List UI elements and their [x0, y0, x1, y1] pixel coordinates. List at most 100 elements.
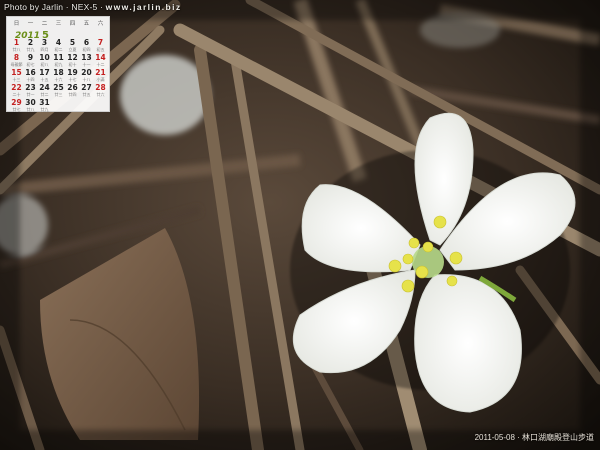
calendar-day: 19 十七: [66, 68, 79, 83]
calendar-day: 26 廿四: [66, 83, 79, 98]
calendar-day: 9 初七: [24, 53, 37, 68]
day-number: 28: [95, 83, 106, 92]
day-number: 24: [39, 83, 50, 92]
calendar-day: 15 十三: [10, 68, 23, 83]
day-number: 18: [53, 68, 64, 77]
weekday-label: 三: [55, 21, 62, 27]
lunar-date: 廿七: [12, 107, 21, 112]
calendar-day: 6 初四: [80, 39, 93, 53]
lunar-date: 廿九: [26, 47, 35, 52]
lunar-date: 廿六: [96, 92, 105, 97]
calendar-day: 27 廿五: [80, 83, 93, 98]
calendar: 2011 5 日一二三四五六 1 廿八 2 廿九 3 四月 4 初二 5 立夏 6 初四 7 初五 8 母親節 9…: [6, 16, 110, 112]
calendar-day: 29 廿七: [10, 98, 23, 113]
camera-model: NEX-5: [71, 2, 98, 12]
lunar-date: 初十: [68, 62, 77, 67]
weekday-label: 五: [83, 21, 90, 27]
lunar-date: 初二: [54, 47, 63, 52]
day-number: 16: [25, 68, 36, 77]
lunar-date: 初五: [96, 47, 105, 52]
calendar-day: 21 小滿: [94, 68, 107, 83]
day-number: 13: [81, 53, 92, 62]
day-number: 19: [67, 68, 78, 77]
calendar-day: 24 廿二: [38, 83, 51, 98]
calendar-day: 28 廿六: [94, 83, 107, 98]
lunar-date: 初八: [40, 62, 49, 67]
calendar-day: 7 初五: [94, 38, 107, 53]
weekday-label: 二: [41, 21, 48, 27]
calendar-day: 12 初十: [66, 53, 79, 68]
photographer-name: Photo by Jarlin: [4, 2, 64, 12]
day-number: 26: [67, 83, 78, 92]
website-link[interactable]: www.jarlin.biz: [106, 2, 182, 12]
lunar-date: 廿八: [12, 47, 21, 52]
calendar-day: 3 四月: [38, 39, 51, 53]
day-number: 14: [95, 53, 106, 62]
calendar-day: 11 初九: [52, 53, 65, 68]
lunar-date: 廿五: [82, 92, 91, 97]
lunar-date: 十一: [82, 62, 91, 67]
day-number: 9: [27, 53, 34, 62]
lunar-date: 廿四: [68, 92, 77, 97]
lunar-date: 十六: [54, 77, 63, 82]
lunar-date: 十七: [68, 77, 77, 82]
wallpaper-photo: { "photo_credit": { "photographer": "Pho…: [0, 0, 600, 450]
lunar-date: 廿二: [40, 92, 49, 97]
day-number: 30: [25, 98, 36, 107]
calendar-day: 22 二十: [10, 83, 23, 98]
calendar-day: 20 十八: [80, 68, 93, 83]
day-number: 20: [81, 68, 92, 77]
day-number: 29: [11, 98, 22, 107]
lunar-date: 十二: [96, 62, 105, 67]
day-number: 10: [39, 53, 50, 62]
day-number: 1: [13, 38, 20, 47]
day-number: 17: [39, 68, 50, 77]
lunar-date: 廿八: [26, 107, 35, 112]
day-number: 22: [11, 83, 22, 92]
calendar-day: 2 廿九: [24, 38, 37, 53]
day-number: 21: [95, 68, 106, 77]
day-number: 7: [97, 38, 104, 47]
day-number: 2: [27, 38, 34, 47]
lunar-date: 十四: [26, 77, 35, 82]
calendar-day: 30 廿八: [24, 98, 37, 113]
lunar-date: 立夏: [68, 47, 77, 52]
calendar-day: 14 十二: [94, 53, 107, 68]
lunar-date: 初四: [82, 47, 91, 52]
calendar-day: 31 廿九: [38, 98, 51, 113]
lunar-date: 二十: [12, 92, 21, 97]
lunar-date: 十三: [12, 77, 21, 82]
calendar-day: 16 十四: [24, 68, 37, 83]
day-number: 11: [53, 53, 64, 62]
day-number: 8: [13, 53, 20, 62]
calendar-day: 5 立夏: [66, 38, 79, 53]
day-number: 5: [69, 38, 76, 47]
lunar-date: 廿三: [54, 92, 63, 97]
day-number: 27: [81, 83, 92, 92]
day-number: 12: [67, 53, 78, 62]
lunar-date: 十八: [82, 77, 91, 82]
day-number: 23: [25, 83, 36, 92]
lunar-date: 小滿: [96, 77, 105, 82]
lunar-date: 初九: [54, 62, 63, 67]
calendar-day: 13 十一: [80, 53, 93, 68]
weekday-label: 一: [27, 21, 34, 27]
day-number: 31: [39, 98, 50, 107]
day-number: 15: [11, 68, 22, 77]
calendar-day: 8 母親節: [10, 53, 23, 68]
lunar-date: 十五: [40, 77, 49, 82]
day-number: 4: [55, 38, 62, 47]
calendar-day: 1 廿八: [10, 38, 23, 53]
calendar-day: 23 廿一: [24, 83, 37, 98]
calendar-day: 25 廿三: [52, 83, 65, 98]
photo-credit: Photo by Jarlin · NEX-5 · www.jarlin.biz: [4, 2, 182, 12]
calendar-day: 17 十五: [38, 68, 51, 83]
calendar-day: 18 十六: [52, 68, 65, 83]
lunar-date: 廿九: [40, 107, 49, 112]
calendar-day: 10 初八: [38, 53, 51, 68]
day-number: 25: [53, 83, 64, 92]
weekday-label: 四: [69, 21, 76, 27]
photo-caption: 2011-05-08 · 林口湖廟殿登山步道: [474, 433, 594, 442]
lunar-date: 四月: [40, 47, 49, 52]
lunar-date: 母親節: [10, 62, 23, 67]
